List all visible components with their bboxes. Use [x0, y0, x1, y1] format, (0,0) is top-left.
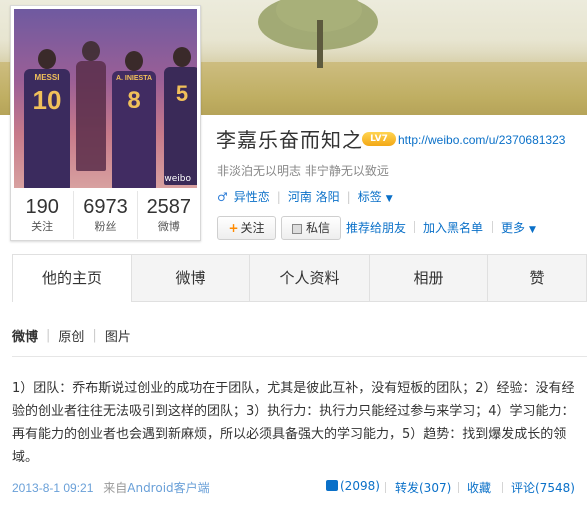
- filter-separator: |: [46, 328, 51, 343]
- stat-label: 粉丝: [94, 220, 117, 233]
- like-button[interactable]: (2098): [326, 479, 380, 493]
- repost-link[interactable]: 转发(307): [395, 479, 451, 496]
- thumbs-up-icon: [326, 480, 338, 491]
- recommend-link[interactable]: 推荐给朋友: [346, 219, 406, 236]
- action-separator: [492, 221, 493, 233]
- follow-label: 关注: [240, 221, 265, 235]
- jersey-number: 10: [32, 85, 62, 115]
- avatar-player: [76, 41, 106, 171]
- weibo-watermark: weibo: [164, 174, 191, 184]
- caret-down-icon: ▼: [385, 194, 393, 204]
- stat-value: 2587: [146, 196, 192, 218]
- feed-divider: [12, 356, 587, 357]
- tab-weibo[interactable]: 微博: [132, 254, 250, 302]
- message-icon: [291, 223, 302, 234]
- post-meta: 2013-8-1 09:21 来自Android客户端: [12, 479, 210, 496]
- stat-following[interactable]: 190 关注: [11, 191, 75, 239]
- avatar[interactable]: MESSI 10 A. INIESTA 8 5 weibo: [14, 9, 197, 188]
- jersey-number: 8: [127, 87, 141, 114]
- blacklist-link[interactable]: 加入黑名单: [423, 219, 483, 236]
- action-separator: [458, 482, 459, 493]
- filter-original[interactable]: 原创: [58, 326, 84, 345]
- message-label: 私信: [305, 221, 330, 235]
- post-source-link[interactable]: Android客户端: [127, 481, 209, 495]
- source-prefix: 来自: [103, 481, 128, 495]
- favorite-link[interactable]: 收藏: [467, 479, 491, 496]
- filter-images[interactable]: 图片: [105, 326, 131, 345]
- male-gender-icon: ♂: [217, 189, 228, 204]
- tags-label: 标签: [357, 190, 382, 204]
- meta-separator: |: [276, 189, 281, 204]
- avatar-player: 5: [164, 47, 197, 185]
- jersey-name: A. INIESTA: [115, 75, 153, 82]
- more-label: 更多: [501, 221, 526, 235]
- location-link[interactable]: 河南 洛阳: [288, 188, 340, 205]
- level-badge[interactable]: LV7: [362, 132, 396, 146]
- stat-value: 190: [25, 196, 59, 218]
- orientation-link[interactable]: 异性恋: [234, 188, 270, 205]
- profile-bio: 非淡泊无以明志 非宁静无以致远: [217, 164, 389, 178]
- action-separator: [385, 482, 386, 493]
- action-separator: [502, 482, 503, 493]
- profile-name: 李嘉乐奋而知之: [216, 128, 363, 152]
- profile-url-link[interactable]: http://weibo.com/u/2370681323: [398, 133, 565, 147]
- follow-button[interactable]: + 关注: [217, 216, 276, 240]
- stat-posts[interactable]: 2587 微博: [138, 191, 200, 239]
- avatar-player: MESSI 10: [24, 49, 70, 188]
- message-button[interactable]: 私信: [281, 216, 341, 240]
- plus-icon: +: [228, 221, 239, 235]
- jersey-number: 5: [175, 81, 189, 106]
- stat-followers[interactable]: 6973 粉丝: [74, 191, 138, 239]
- caret-down-icon: ▼: [529, 225, 536, 235]
- feed-filter-bar: 微博 | 原创 | 图片: [12, 326, 131, 345]
- like-count: (2098): [340, 479, 380, 493]
- tab-home[interactable]: 他的主页: [12, 254, 132, 302]
- filter-all[interactable]: 微博: [12, 326, 38, 345]
- stat-value: 6973: [83, 196, 128, 218]
- tree-trunk: [317, 20, 323, 68]
- post-text: 1）团队：乔布斯说过创业的成功在于团队，尤其是彼此互补，没有短板的团队；2）经验…: [12, 381, 575, 465]
- post-time-link[interactable]: 2013-8-1 09:21: [12, 481, 93, 495]
- stat-label: 关注: [31, 220, 54, 233]
- avatar-card: MESSI 10 A. INIESTA 8 5 weibo 190 关注 697…: [10, 5, 201, 241]
- tab-album[interactable]: 相册: [370, 254, 488, 302]
- stat-label: 微博: [157, 220, 180, 233]
- comment-link[interactable]: 评论(7548): [511, 479, 575, 496]
- filter-separator: |: [92, 328, 97, 343]
- meta-separator: |: [346, 189, 351, 204]
- profile-meta: ♂ 异性恋 | 河南 洛阳 | 标签 ▼: [217, 188, 393, 205]
- jersey-name: MESSI: [34, 73, 60, 82]
- more-dropdown[interactable]: 更多 ▼: [501, 219, 536, 236]
- avatar-player: A. INIESTA 8: [112, 51, 156, 188]
- stats-row: 190 关注 6973 粉丝 2587 微博: [11, 191, 200, 239]
- profile-tabs: 他的主页 微博 个人资料 相册 赞: [12, 254, 587, 302]
- action-separator: [414, 221, 415, 233]
- tab-likes[interactable]: 赞: [488, 254, 587, 302]
- tab-profile-info[interactable]: 个人资料: [250, 254, 370, 302]
- tags-dropdown[interactable]: 标签 ▼: [358, 188, 393, 205]
